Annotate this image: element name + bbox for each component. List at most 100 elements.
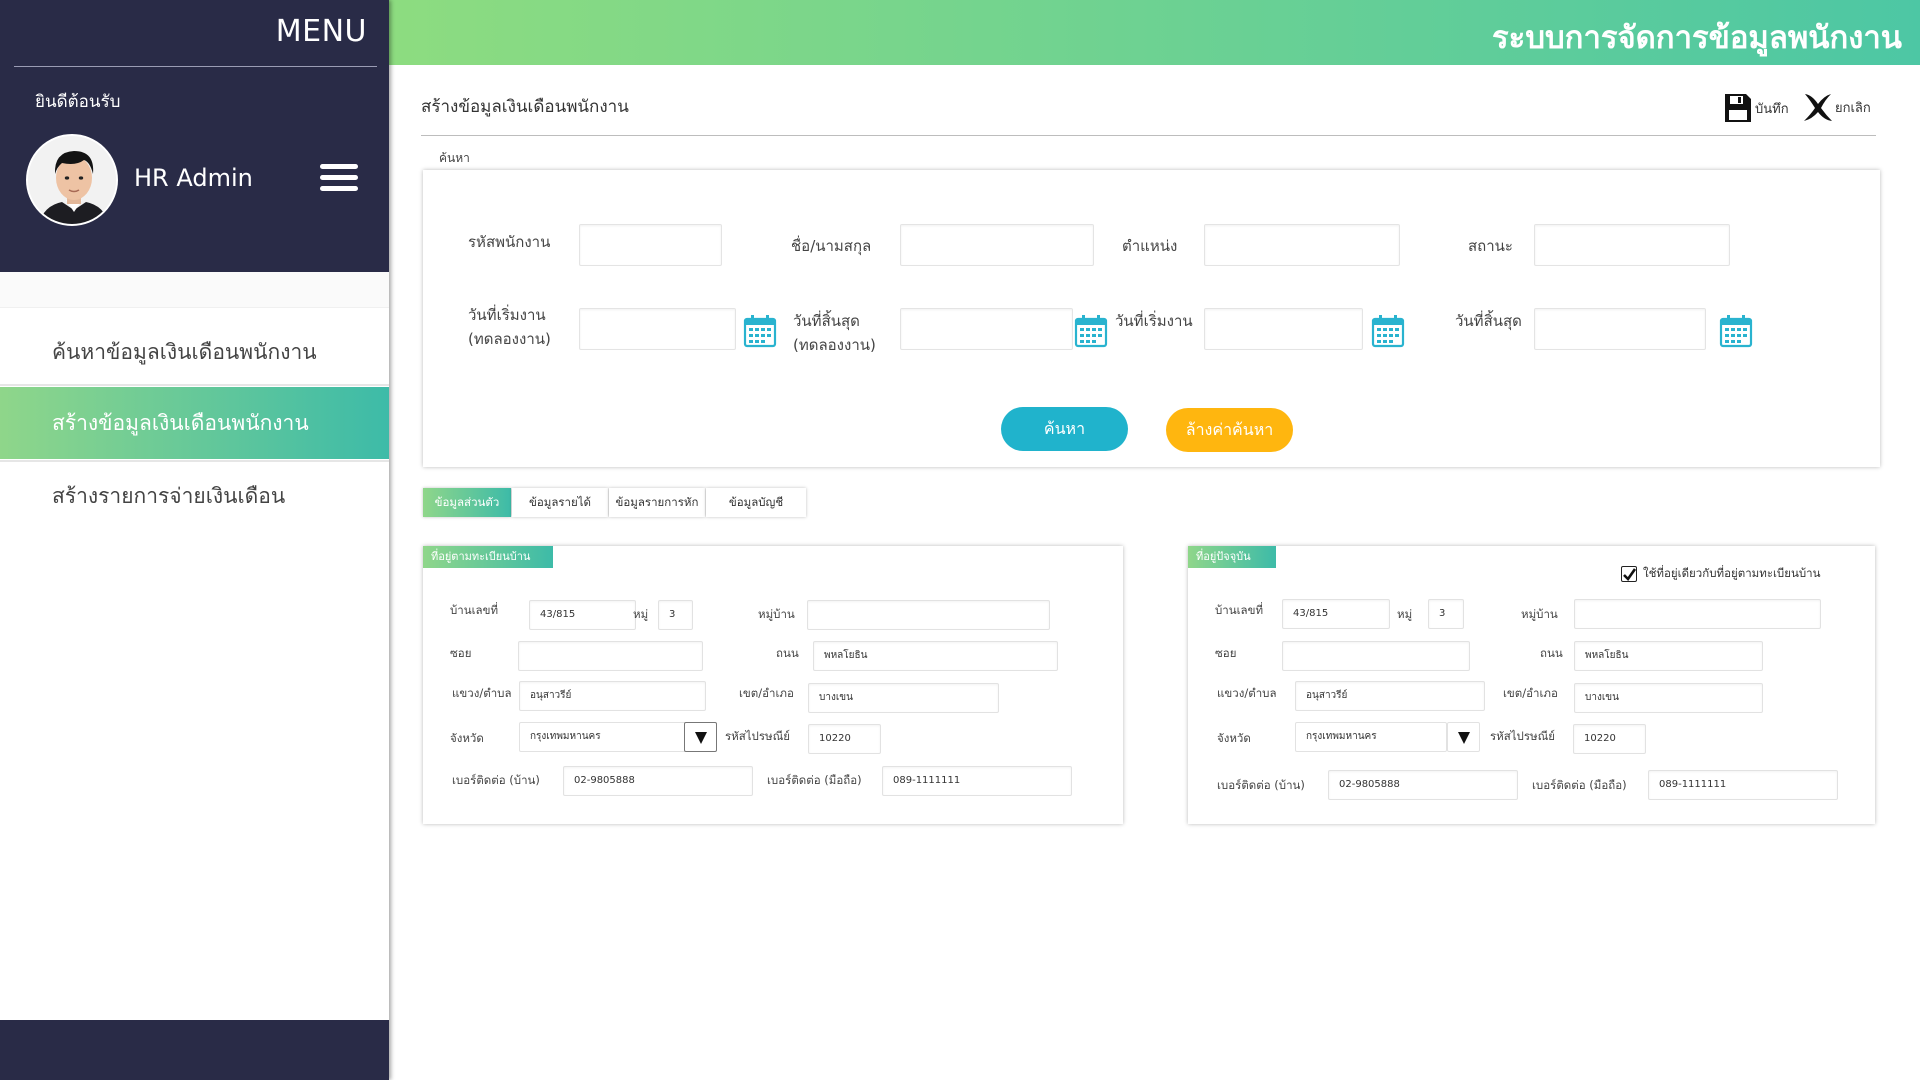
road-label: ถนน bbox=[776, 646, 799, 660]
moo-input[interactable]: 3 bbox=[1428, 599, 1464, 629]
moo-label: หมู่ bbox=[1397, 607, 1413, 621]
subdistrict-input[interactable]: อนุสาวรีย์ bbox=[1295, 681, 1485, 711]
phone-mobile-input[interactable]: 089-1111111 bbox=[882, 766, 1072, 796]
menu-divider bbox=[14, 66, 377, 67]
title-divider bbox=[421, 135, 1876, 136]
sidebar-profile-panel: MENU ยินดีต้อนรับ HR Admin bbox=[0, 0, 389, 272]
position-input[interactable] bbox=[1204, 224, 1400, 266]
probation-start-label-line1: วันที่เริ่มงาน bbox=[468, 306, 546, 324]
calendar-icon[interactable] bbox=[1074, 314, 1108, 348]
search-panel: รหัสพนักงาน ชื่อ/นามสกุล ตำแหน่ง สถานะ ว… bbox=[423, 170, 1880, 467]
end-date-input[interactable] bbox=[1534, 308, 1706, 350]
house-no-input[interactable]: 43/815 bbox=[529, 600, 636, 630]
clear-search-button[interactable]: ล้างค่าค้นหา bbox=[1166, 408, 1293, 452]
same-address-checkbox[interactable] bbox=[1621, 566, 1637, 582]
hamburger-bar bbox=[320, 164, 358, 169]
subdistrict-input[interactable]: อนุสาวรีย์ bbox=[519, 681, 706, 711]
soi-label: ซอย bbox=[1215, 646, 1237, 660]
phone-home-input[interactable]: 02-9805888 bbox=[1328, 770, 1518, 800]
nav-item-search-salary[interactable]: ค้นหาข้อมูลเงินเดือนพนักงาน bbox=[0, 318, 389, 386]
road-input[interactable]: พหลโยธิน bbox=[813, 641, 1058, 671]
province-select[interactable]: กรุงเทพมหานคร bbox=[1295, 722, 1447, 752]
name-input[interactable] bbox=[900, 224, 1094, 266]
subdistrict-label: แขวง/ตำบล bbox=[1217, 686, 1277, 700]
moo-input[interactable]: 3 bbox=[658, 600, 693, 630]
position-label: ตำแหน่ง bbox=[1122, 237, 1178, 255]
search-button[interactable]: ค้นหา bbox=[1001, 407, 1128, 451]
phone-home-input[interactable]: 02-9805888 bbox=[563, 766, 753, 796]
hamburger-bar bbox=[320, 175, 358, 180]
tab-account-info[interactable]: ข้อมูลบัญชี bbox=[706, 488, 806, 517]
floppy-disk-icon bbox=[1725, 94, 1751, 122]
probation-end-label-line1: วันที่สิ้นสุด bbox=[793, 312, 860, 330]
end-date-label: วันที่สิ้นสุด bbox=[1455, 312, 1522, 330]
village-label: หมู่บ้าน bbox=[1521, 607, 1558, 621]
district-input[interactable]: บางเขน bbox=[808, 683, 999, 713]
soi-label: ซอย bbox=[450, 646, 472, 660]
hamburger-menu-icon[interactable] bbox=[320, 164, 358, 194]
postal-label: รหัสไปรษณีย์ bbox=[725, 729, 791, 743]
village-input[interactable] bbox=[1574, 599, 1821, 629]
status-input[interactable] bbox=[1534, 224, 1730, 266]
menu-title: MENU bbox=[275, 14, 367, 49]
village-input[interactable] bbox=[807, 600, 1050, 630]
sidebar-spacer bbox=[0, 272, 389, 308]
province-select[interactable]: กรุงเทพมหานคร bbox=[519, 722, 686, 752]
search-section-label: ค้นหา bbox=[439, 151, 470, 165]
village-label: หมู่บ้าน bbox=[758, 607, 795, 621]
tab-personal-info[interactable]: ข้อมูลส่วนตัว bbox=[423, 488, 511, 517]
checkmark-icon bbox=[1623, 568, 1637, 582]
moo-label: หมู่ bbox=[633, 607, 649, 621]
house-no-input[interactable]: 43/815 bbox=[1282, 599, 1390, 629]
same-address-label: ใช้ที่อยู่เดียวกับที่อยู่ตามทะเบียนบ้าน bbox=[1643, 566, 1821, 580]
page-title: สร้างข้อมูลเงินเดือนพนักงาน bbox=[421, 97, 629, 117]
probation-start-input[interactable] bbox=[579, 308, 736, 350]
hamburger-bar bbox=[320, 186, 358, 191]
postal-label: รหัสไปรษณีย์ bbox=[1490, 729, 1556, 743]
name-label: ชื่อ/นามสกุล bbox=[791, 237, 872, 255]
registered-address-tag: ที่อยู่ตามทะเบียนบ้าน bbox=[423, 546, 553, 568]
district-label: เขต/อำเภอ bbox=[739, 686, 794, 700]
tab-deduction-info[interactable]: ข้อมูลรายการหัก bbox=[609, 488, 705, 517]
top-bar: ระบบการจัดการข้อมูลพนักงาน bbox=[389, 0, 1920, 65]
employee-id-input[interactable] bbox=[579, 224, 722, 266]
current-address-panel: ที่อยู่ปัจจุบัน ใช้ที่อยู่เดียวกับที่อยู… bbox=[1188, 546, 1875, 824]
postal-input[interactable]: 10220 bbox=[1573, 724, 1646, 754]
calendar-icon[interactable] bbox=[743, 314, 777, 348]
probation-end-label: วันที่สิ้นสุด (ทดลองงาน) bbox=[793, 309, 876, 357]
save-button[interactable]: บันทึก bbox=[1724, 93, 1789, 123]
subdistrict-label: แขวง/ตำบล bbox=[452, 686, 512, 700]
tab-income-info[interactable]: ข้อมูลรายได้ bbox=[512, 488, 608, 517]
cancel-button[interactable]: ยกเลิก bbox=[1802, 91, 1871, 123]
postal-input[interactable]: 10220 bbox=[808, 724, 881, 754]
nav-item-create-salary[interactable]: สร้างข้อมูลเงินเดือนพนักงาน bbox=[0, 387, 389, 459]
chevron-down-icon[interactable] bbox=[1447, 722, 1480, 752]
sidebar-footer bbox=[0, 1020, 389, 1080]
district-input[interactable]: บางเขน bbox=[1574, 683, 1763, 713]
probation-end-input[interactable] bbox=[900, 308, 1073, 350]
road-input[interactable]: พหลโยธิน bbox=[1574, 641, 1763, 671]
x-mark-icon bbox=[1804, 94, 1832, 121]
district-label: เขต/อำเภอ bbox=[1503, 686, 1558, 700]
cancel-button-label: ยกเลิก bbox=[1835, 100, 1871, 116]
probation-start-label: วันที่เริ่มงาน (ทดลองงาน) bbox=[468, 303, 551, 351]
nav-item-create-payroll[interactable]: สร้างรายการจ่ายเงินเดือน bbox=[0, 460, 389, 528]
start-date-input[interactable] bbox=[1204, 308, 1363, 350]
house-no-label: บ้านเลขที่ bbox=[450, 603, 499, 617]
welcome-text: ยินดีต้อนรับ bbox=[35, 92, 121, 112]
sidebar: MENU ยินดีต้อนรับ HR Admin ค้นหาข้อมูลเง… bbox=[0, 0, 389, 1080]
province-label: จังหวัด bbox=[450, 731, 484, 745]
probation-start-label-line2: (ทดลองงาน) bbox=[468, 330, 551, 348]
house-no-label: บ้านเลขที่ bbox=[1215, 603, 1264, 617]
phone-mobile-label: เบอร์ติดต่อ (มือถือ) bbox=[1532, 778, 1627, 792]
soi-input[interactable] bbox=[518, 641, 703, 671]
probation-end-label-line2: (ทดลองงาน) bbox=[793, 336, 876, 354]
phone-mobile-label: เบอร์ติดต่อ (มือถือ) bbox=[767, 773, 862, 787]
phone-mobile-input[interactable]: 089-1111111 bbox=[1648, 770, 1838, 800]
calendar-icon[interactable] bbox=[1371, 314, 1405, 348]
user-name: HR Admin bbox=[134, 164, 253, 192]
chevron-down-icon[interactable] bbox=[684, 722, 717, 752]
registered-address-panel: ที่อยู่ตามทะเบียนบ้าน บ้านเลขที่ 43/815 … bbox=[423, 546, 1123, 824]
soi-input[interactable] bbox=[1282, 641, 1470, 671]
calendar-icon[interactable] bbox=[1719, 314, 1753, 348]
